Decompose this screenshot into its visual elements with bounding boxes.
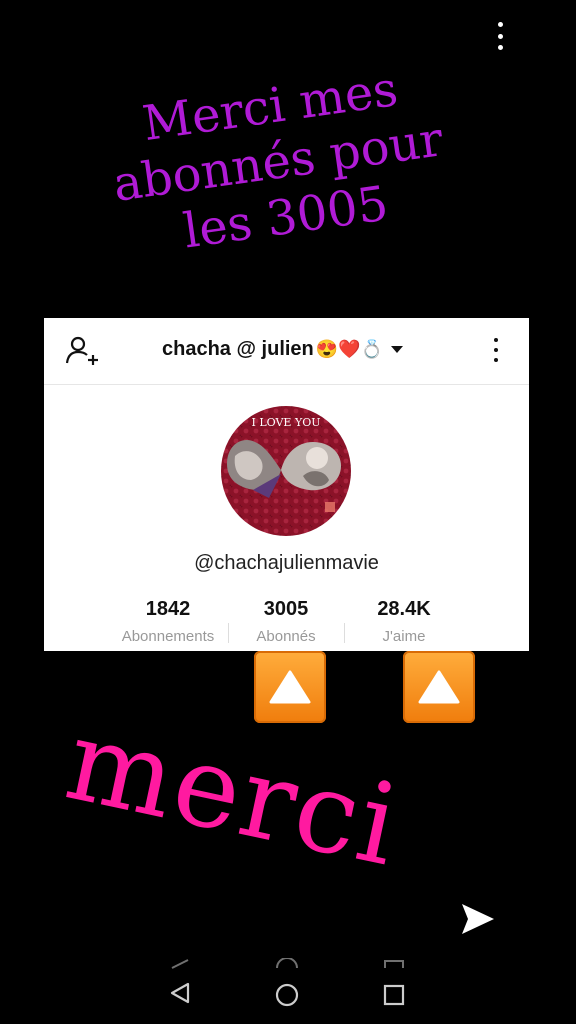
more-options-icon[interactable] [494, 22, 506, 50]
avatar[interactable]: I LOVE YOU [221, 406, 351, 536]
stat-following-value: 1842 [145, 598, 191, 620]
profile-title-name: chacha @ julien [162, 338, 314, 360]
stat-likes[interactable]: 28.4K J'aime [354, 598, 454, 645]
profile-title[interactable]: chacha @ julien 😍❤️💍 [162, 338, 404, 361]
stat-followers-label: Abonnés [256, 628, 316, 645]
profile-title-emojis: 😍❤️💍 [315, 339, 384, 359]
add-user-icon[interactable] [66, 336, 100, 366]
stat-following[interactable]: 1842 Abonnements [118, 598, 218, 645]
stat-likes-label: J'aime [382, 628, 426, 645]
home-icon[interactable] [267, 958, 307, 1008]
profile-stats: 1842 Abonnements 3005 Abonnés 28.4K J'ai… [44, 598, 529, 651]
stats-divider [344, 623, 345, 643]
recents-icon[interactable] [374, 958, 414, 1008]
up-arrow-icon [269, 670, 311, 704]
stat-likes-value: 28.4K [377, 598, 431, 620]
up-arrow-button-left[interactable] [254, 651, 326, 723]
headline-text: Merci mes abonnés pour les 3005 [78, 52, 478, 271]
avatar-caption: I LOVE YOU [252, 416, 321, 429]
send-icon[interactable] [460, 902, 496, 936]
profile-header: chacha @ julien 😍❤️💍 [44, 318, 529, 385]
avatar-image: I LOVE YOU [221, 406, 351, 536]
stat-followers-value: 3005 [263, 598, 309, 620]
stat-following-label: Abonnements [121, 628, 215, 645]
up-arrow-button-right[interactable] [403, 651, 475, 723]
up-arrow-icon [418, 670, 460, 704]
kebab-menu-icon[interactable] [492, 338, 500, 362]
stat-followers[interactable]: 3005 Abonnés [238, 598, 334, 645]
merci-text: merci [56, 695, 411, 892]
profile-screenshot-card: chacha @ julien 😍❤️💍 I LOVE YOU @chachaj… [44, 318, 529, 651]
profile-handle: @chachajulienmavie [194, 552, 379, 574]
caret-down-icon[interactable] [391, 346, 404, 353]
back-icon[interactable] [160, 958, 200, 1008]
navigation-bar [0, 958, 576, 1024]
stats-divider [228, 623, 229, 643]
